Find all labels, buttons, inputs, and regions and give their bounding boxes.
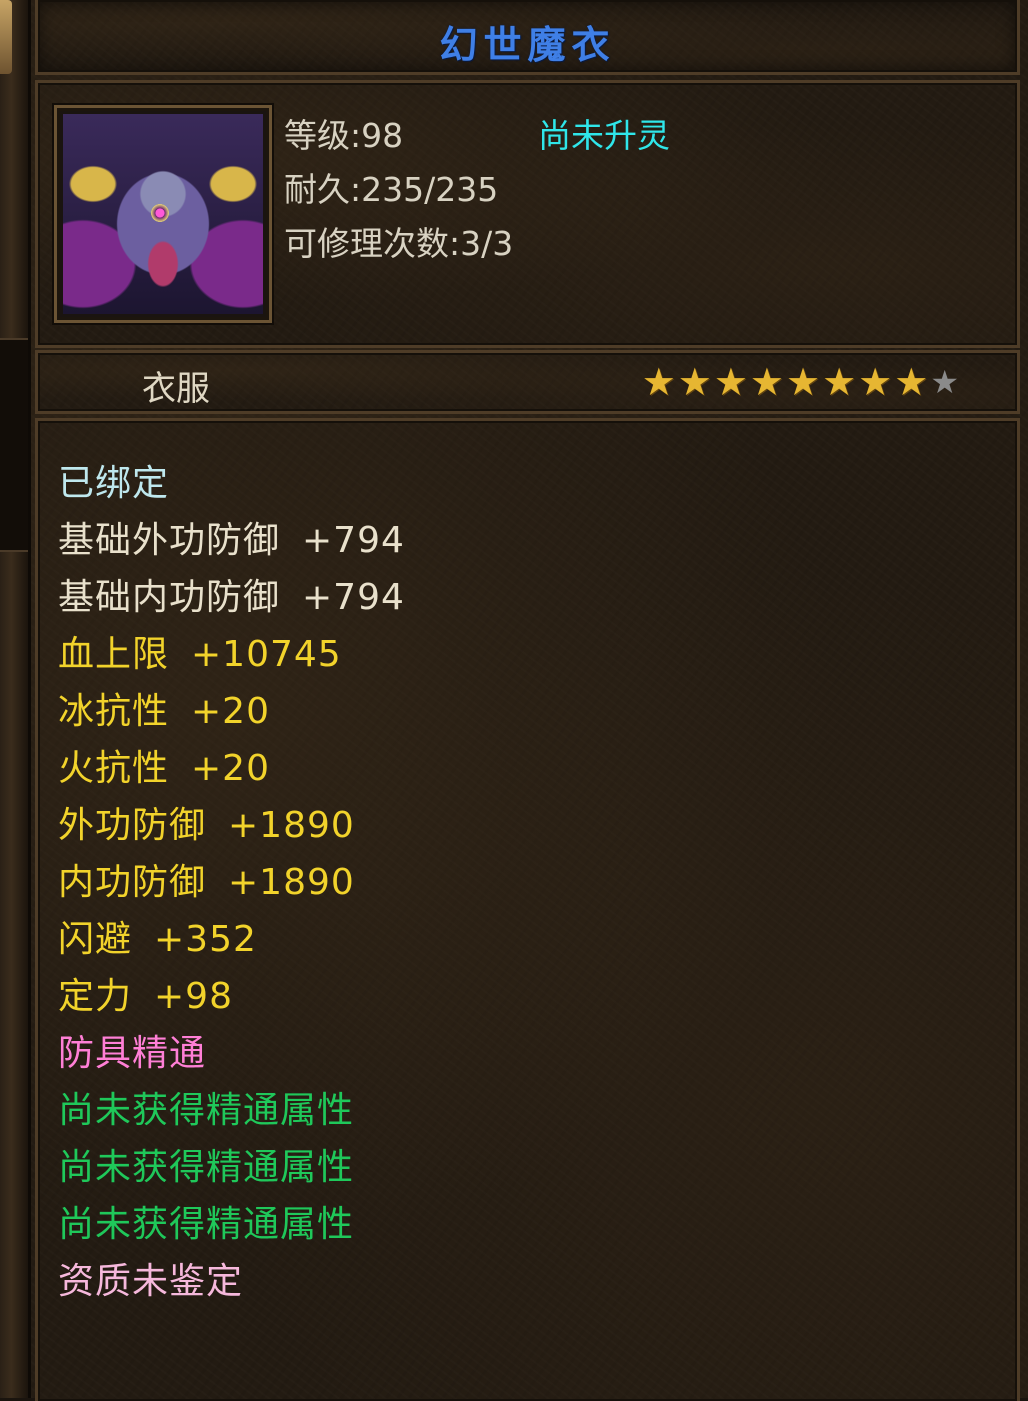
- stat-panel: 已绑定 基础外功防御 +794 基础内功防御 +794 血上限 +10745 冰抗性 +20 火抗…: [35, 418, 1020, 1401]
- stat-value: +10745: [191, 634, 342, 675]
- star-icon: ★: [930, 363, 959, 401]
- stat-row: 尚未获得精通属性: [58, 1196, 405, 1253]
- stat-label: 基础外功防御: [58, 520, 281, 561]
- stat-row: 内功防御 +1890: [58, 854, 405, 911]
- item-header: 等级:98 尚未升灵 耐久:235/235 可修理次数:3/3: [35, 80, 1020, 348]
- stat-row: 尚未获得精通属性: [58, 1139, 405, 1196]
- stat-label: 定力: [58, 976, 133, 1017]
- stat-label: 基础内功防御: [58, 577, 281, 618]
- stat-label: 防具精通: [58, 1033, 207, 1074]
- stat-label: 火抗性: [58, 748, 170, 789]
- stat-label: 闪避: [58, 919, 133, 960]
- stat-label: 冰抗性: [58, 691, 170, 732]
- left-panel-edge: [0, 0, 30, 1398]
- stat-row: 防具精通: [58, 1025, 405, 1082]
- item-level: 等级:98: [284, 116, 404, 155]
- stat-list: 已绑定 基础外功防御 +794 基础内功防御 +794 血上限 +10745 冰抗性 +20 火抗…: [58, 455, 405, 1310]
- stat-value: +1890: [228, 862, 355, 903]
- stat-row: 尚未获得精通属性: [58, 1082, 405, 1139]
- stat-row: 冰抗性 +20: [58, 683, 405, 740]
- stat-value: +352: [154, 919, 257, 960]
- stat-row: 基础外功防御 +794: [58, 512, 405, 569]
- star-rating: ★ ★ ★ ★ ★ ★ ★ ★ ★: [642, 363, 959, 401]
- item-type-bar: 衣服 ★ ★ ★ ★ ★ ★ ★ ★ ★: [35, 350, 1020, 414]
- stat-label: 尚未获得精通属性: [58, 1204, 355, 1245]
- item-tooltip: 幻世魔衣 等级:98 尚未升灵 耐久:235/235 可修理次数:3/3 衣服 …: [28, 0, 1028, 1401]
- item-durability: 耐久:235/235: [284, 170, 499, 209]
- stat-row: 外功防御 +1890: [58, 797, 405, 854]
- item-name: 幻世魔衣: [439, 22, 616, 67]
- stat-row: 闪避 +352: [58, 911, 405, 968]
- stat-value: +20: [191, 691, 270, 732]
- panel-gap: [0, 338, 28, 552]
- stat-value: +98: [154, 976, 233, 1017]
- demon-robe-armor-icon: [63, 114, 263, 314]
- star-icon: ★: [641, 360, 676, 404]
- stat-label: 资质未鉴定: [58, 1261, 244, 1302]
- stat-row: 资质未鉴定: [58, 1253, 405, 1310]
- spirit-status: 尚未升灵: [538, 116, 670, 155]
- robe-gem: [151, 204, 169, 222]
- stat-row: 定力 +98: [58, 968, 405, 1025]
- stat-row: 基础内功防御 +794: [58, 569, 405, 626]
- star-icon: ★: [858, 360, 893, 404]
- star-icon: ★: [822, 360, 857, 404]
- stat-value: +794: [302, 520, 405, 561]
- stat-row: 血上限 +10745: [58, 626, 405, 683]
- stat-label: 已绑定: [58, 463, 170, 504]
- stat-value: +1890: [228, 805, 355, 846]
- stat-label: 尚未获得精通属性: [58, 1090, 355, 1131]
- star-icon: ★: [786, 360, 821, 404]
- item-type: 衣服: [142, 369, 210, 409]
- stat-row: 火抗性 +20: [58, 740, 405, 797]
- stat-label: 尚未获得精通属性: [58, 1147, 355, 1188]
- stat-value: +794: [302, 577, 405, 618]
- item-portrait-frame: [54, 105, 272, 323]
- star-icon: ★: [677, 360, 712, 404]
- stat-label: 内功防御: [58, 862, 207, 903]
- panel-ornament: [0, 0, 12, 74]
- star-icon: ★: [894, 360, 929, 404]
- stat-row: 已绑定: [58, 455, 405, 512]
- star-icon: ★: [749, 360, 784, 404]
- star-icon: ★: [713, 360, 748, 404]
- stat-value: +20: [191, 748, 270, 789]
- title-bar: 幻世魔衣: [35, 0, 1020, 75]
- stat-label: 血上限: [58, 634, 170, 675]
- stat-label: 外功防御: [58, 805, 207, 846]
- item-repair-count: 可修理次数:3/3: [284, 224, 514, 263]
